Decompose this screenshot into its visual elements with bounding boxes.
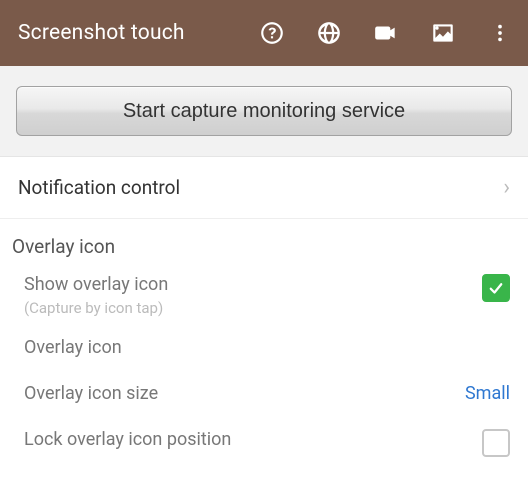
show-overlay-sublabel: (Capture by icon tap) [24, 299, 168, 317]
overlay-section-header: Overlay icon [0, 219, 528, 264]
start-button-container: Start capture monitoring service [0, 66, 528, 157]
globe-icon[interactable] [315, 19, 343, 47]
lock-overlay-position-checkbox[interactable] [482, 429, 510, 457]
chevron-right-icon: › [503, 175, 510, 200]
app-bar: Screenshot touch [0, 0, 528, 66]
show-overlay-checkbox[interactable] [482, 274, 510, 302]
overlay-icon-setting[interactable]: Overlay icon [0, 327, 528, 373]
overlay-icon-label: Overlay icon [24, 337, 122, 358]
notification-control-label: Notification control [18, 176, 180, 199]
videocam-icon[interactable] [372, 19, 400, 47]
show-overlay-label: Show overlay icon [24, 274, 168, 295]
app-bar-actions [258, 19, 514, 47]
lock-overlay-position-setting[interactable]: Lock overlay icon position [0, 419, 528, 467]
overlay-icon-size-label: Overlay icon size [24, 383, 158, 404]
overlay-icon-size-setting[interactable]: Overlay icon size Small [0, 373, 528, 419]
overlay-icon-size-value: Small [465, 383, 510, 404]
more-vert-icon[interactable] [486, 19, 514, 47]
start-capture-button[interactable]: Start capture monitoring service [16, 86, 512, 136]
content-area: Start capture monitoring service Notific… [0, 66, 528, 467]
help-circle-icon[interactable] [258, 19, 286, 47]
image-icon[interactable] [429, 19, 457, 47]
show-overlay-icon-setting[interactable]: Show overlay icon (Capture by icon tap) [0, 264, 528, 327]
app-title: Screenshot touch [18, 21, 185, 45]
lock-overlay-position-label: Lock overlay icon position [24, 429, 231, 450]
notification-control-row[interactable]: Notification control › [0, 157, 528, 219]
